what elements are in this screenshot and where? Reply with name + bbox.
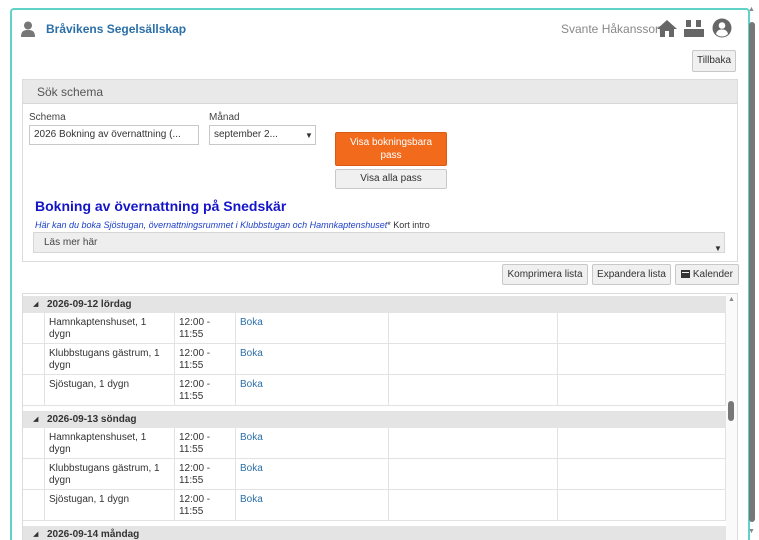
book-link[interactable]: Boka: [235, 313, 388, 344]
resource-name: Sjöstugan, 1 dygn: [44, 490, 174, 521]
empty-cell: [388, 375, 557, 406]
scroll-up-arrow-icon[interactable]: ▲: [728, 296, 735, 303]
calendar-icon: [681, 270, 691, 278]
table-row: Hamnkaptenshuset, 1 dygn 12:00 - 11:55 B…: [23, 313, 726, 344]
empty-cell: [557, 459, 726, 490]
empty-cell: [388, 459, 557, 490]
schedule-scrollbar[interactable]: ▲: [726, 294, 737, 540]
expand-list-button[interactable]: Expandera lista: [592, 264, 671, 285]
empty-cell: [557, 313, 726, 344]
page-scroll-down-icon[interactable]: ▼: [748, 528, 755, 535]
schedule-scroll-thumb[interactable]: [728, 401, 734, 421]
resource-name: Hamnkaptenshuset, 1 dygn: [44, 428, 174, 459]
schedule-list: ◢ 2026-09-12 lördag Hamnkaptenshuset, 1 …: [22, 293, 738, 540]
profile-icon[interactable]: [712, 18, 732, 38]
user-name[interactable]: Svante Håkansson: [561, 22, 662, 36]
boats-icon[interactable]: [684, 19, 704, 38]
time-range: 12:00 - 11:55: [174, 490, 235, 521]
read-more-chevron-icon: ▼: [714, 244, 722, 253]
collapse-triangle-icon[interactable]: ◢: [33, 296, 38, 313]
collapse-triangle-icon[interactable]: ◢: [33, 411, 38, 428]
home-icon[interactable]: [656, 19, 678, 38]
book-link[interactable]: Boka: [235, 490, 388, 521]
table-row: Klubbstugans gästrum, 1 dygn 12:00 - 11:…: [23, 459, 726, 490]
time-range: 12:00 - 11:55: [174, 459, 235, 490]
empty-cell: [388, 428, 557, 459]
booking-title: Bokning av övernattning på Snedskär: [35, 198, 287, 214]
show-all-button[interactable]: Visa alla pass: [335, 169, 447, 189]
top-bar: Bråvikens Segelsällskap Svante Håkansson: [12, 10, 748, 48]
book-link[interactable]: Boka: [235, 375, 388, 406]
collapse-triangle-icon[interactable]: ◢: [33, 526, 38, 540]
user-silhouette-icon: [21, 21, 35, 37]
page-scroll-up-icon[interactable]: ▲: [748, 6, 755, 13]
resource-name: Klubbstugans gästrum, 1 dygn: [44, 344, 174, 375]
empty-cell: [388, 490, 557, 521]
show-bookable-button[interactable]: Visa bokningsbara pass: [335, 132, 447, 166]
book-link[interactable]: Boka: [235, 428, 388, 459]
calendar-label: Kalender: [692, 269, 733, 280]
time-range: 12:00 - 11:55: [174, 375, 235, 406]
resource-name: Klubbstugans gästrum, 1 dygn: [44, 459, 174, 490]
search-panel-title: Sök schema: [23, 80, 737, 104]
schema-select[interactable]: 2026 Bokning av övernattning (...: [29, 125, 199, 145]
search-panel: Sök schema Schema 2026 Bokning av överna…: [22, 79, 738, 262]
day-header[interactable]: ◢ 2026-09-13 söndag: [23, 411, 726, 428]
day-header[interactable]: ◢ 2026-09-12 lördag: [23, 296, 726, 313]
time-range: 12:00 - 11:55: [174, 344, 235, 375]
month-label: Månad: [209, 112, 240, 123]
empty-cell: [557, 375, 726, 406]
day-header[interactable]: ◢ 2026-09-14 måndag: [23, 526, 726, 540]
page-scroll-thumb[interactable]: [749, 22, 755, 522]
day-label: 2026-09-13 söndag: [47, 414, 137, 425]
book-link[interactable]: Boka: [235, 459, 388, 490]
month-value: september 2...: [214, 129, 278, 140]
day-label: 2026-09-14 måndag: [47, 529, 140, 540]
table-row: Hamnkaptenshuset, 1 dygn 12:00 - 11:55 B…: [23, 428, 726, 459]
back-button[interactable]: Tillbaka: [692, 50, 736, 72]
schema-label: Schema: [29, 112, 66, 123]
booking-intro-suffix: * Kort intro: [387, 220, 430, 230]
compress-list-button[interactable]: Komprimera lista: [502, 264, 588, 285]
table-row: Sjöstugan, 1 dygn 12:00 - 11:55 Boka: [23, 375, 726, 406]
month-dropdown-icon[interactable]: ▼: [305, 131, 313, 140]
empty-cell: [557, 490, 726, 521]
empty-cell: [388, 313, 557, 344]
app-window: Bråvikens Segelsällskap Svante Håkansson…: [10, 8, 750, 540]
club-name[interactable]: Bråvikens Segelsällskap: [46, 22, 186, 36]
calendar-button[interactable]: Kalender: [675, 264, 739, 285]
empty-cell: [388, 344, 557, 375]
resource-name: Sjöstugan, 1 dygn: [44, 375, 174, 406]
time-range: 12:00 - 11:55: [174, 313, 235, 344]
table-row: Klubbstugans gästrum, 1 dygn 12:00 - 11:…: [23, 344, 726, 375]
booking-intro-italic: Här kan du boka Sjöstugan, övernattnings…: [35, 220, 388, 230]
booking-intro: Här kan du boka Sjöstugan, övernattnings…: [35, 220, 430, 230]
page-scrollbar[interactable]: ▲ ▼: [748, 6, 756, 540]
read-more-dropdown[interactable]: Läs mer här ▼: [33, 232, 725, 253]
month-select[interactable]: september 2...: [209, 125, 316, 145]
time-range: 12:00 - 11:55: [174, 428, 235, 459]
read-more-label: Läs mer här: [44, 237, 98, 248]
day-label: 2026-09-12 lördag: [47, 299, 132, 310]
book-link[interactable]: Boka: [235, 344, 388, 375]
resource-name: Hamnkaptenshuset, 1 dygn: [44, 313, 174, 344]
empty-cell: [557, 428, 726, 459]
empty-cell: [557, 344, 726, 375]
table-row: Sjöstugan, 1 dygn 12:00 - 11:55 Boka: [23, 490, 726, 521]
